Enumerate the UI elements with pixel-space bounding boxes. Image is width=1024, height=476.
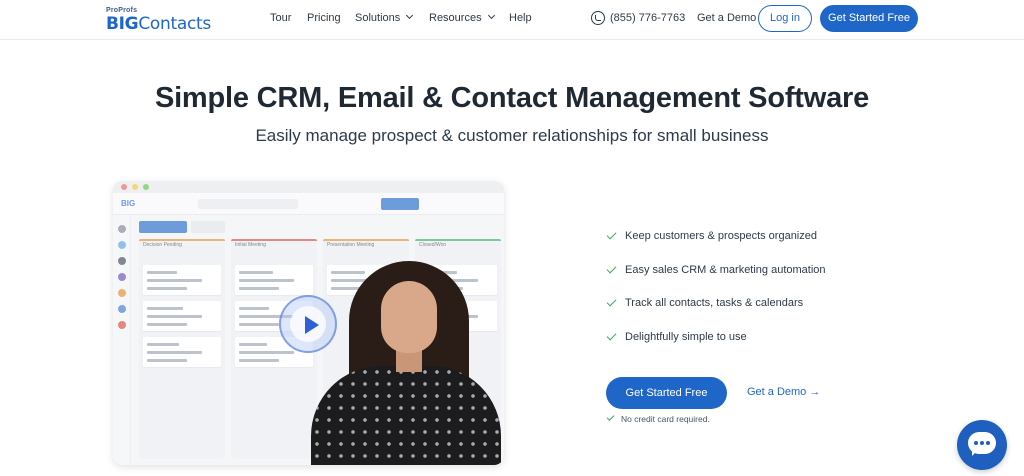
feature-text: Track all contacts, tasks & calendars <box>625 297 804 309</box>
feature-item: Delightfully simple to use <box>606 330 747 343</box>
feature-item: Track all contacts, tasks & calendars <box>606 296 804 309</box>
chat-widget-button[interactable] <box>957 420 1007 470</box>
nav-resources[interactable]: Resources <box>429 11 495 24</box>
nav-tour[interactable]: Tour <box>270 12 291 24</box>
check-icon <box>606 296 617 306</box>
nav-get-started-button[interactable]: Get Started Free <box>820 5 918 32</box>
play-icon <box>305 316 319 334</box>
hero-get-started-button[interactable]: Get Started Free <box>606 377 727 409</box>
check-icon <box>606 229 617 239</box>
feature-text: Delightfully simple to use <box>625 331 747 343</box>
check-icon <box>606 330 617 340</box>
feature-item: Easy sales CRM & marketing automation <box>606 263 826 276</box>
login-button[interactable]: Log in <box>758 5 812 32</box>
feature-text: Easy sales CRM & marketing automation <box>625 264 826 276</box>
top-navigation: ProProfs BIGContacts Tour Pricing Soluti… <box>0 0 1024 40</box>
product-video[interactable]: BIG Decision Pending Initial Meeting Pre… <box>113 181 504 465</box>
nav-get-demo-link[interactable]: Get a Demo <box>697 12 756 24</box>
feature-text: Keep customers & prospects organized <box>625 230 817 242</box>
play-button[interactable] <box>279 295 337 353</box>
nav-solutions[interactable]: Solutions <box>355 11 414 24</box>
feature-item: Keep customers & prospects organized <box>606 229 817 242</box>
no-credit-card-note: No credit card required. <box>606 413 710 424</box>
page-subtitle: Easily manage prospect & customer relati… <box>255 126 769 145</box>
nav-help[interactable]: Help <box>509 12 532 24</box>
bigcontacts-logo[interactable]: ProProfs BIGContacts <box>106 7 238 34</box>
phone-link[interactable]: (855) 776-7763 <box>591 11 685 25</box>
check-icon <box>606 413 615 421</box>
hero-get-demo-link[interactable]: Get a Demo → <box>747 386 820 398</box>
phone-number: (855) 776-7763 <box>610 12 686 24</box>
page-title: Simple CRM, Email & Contact Management S… <box>154 82 870 114</box>
chat-dot <box>974 441 978 445</box>
presenter-pattern <box>311 366 501 465</box>
chat-dot <box>986 441 990 445</box>
chevron-down-icon <box>406 11 414 20</box>
logo-proprofs-text: ProProfs <box>106 7 138 14</box>
phone-icon <box>591 11 605 25</box>
presenter-face <box>381 281 437 353</box>
chat-dot <box>980 441 984 445</box>
logo-wordmark: BIGContacts <box>106 14 211 34</box>
chevron-down-icon <box>487 11 495 20</box>
chat-icon <box>968 432 996 456</box>
nav-pricing[interactable]: Pricing <box>307 12 341 24</box>
check-icon <box>606 263 617 273</box>
note-text: No credit card required. <box>621 414 710 424</box>
